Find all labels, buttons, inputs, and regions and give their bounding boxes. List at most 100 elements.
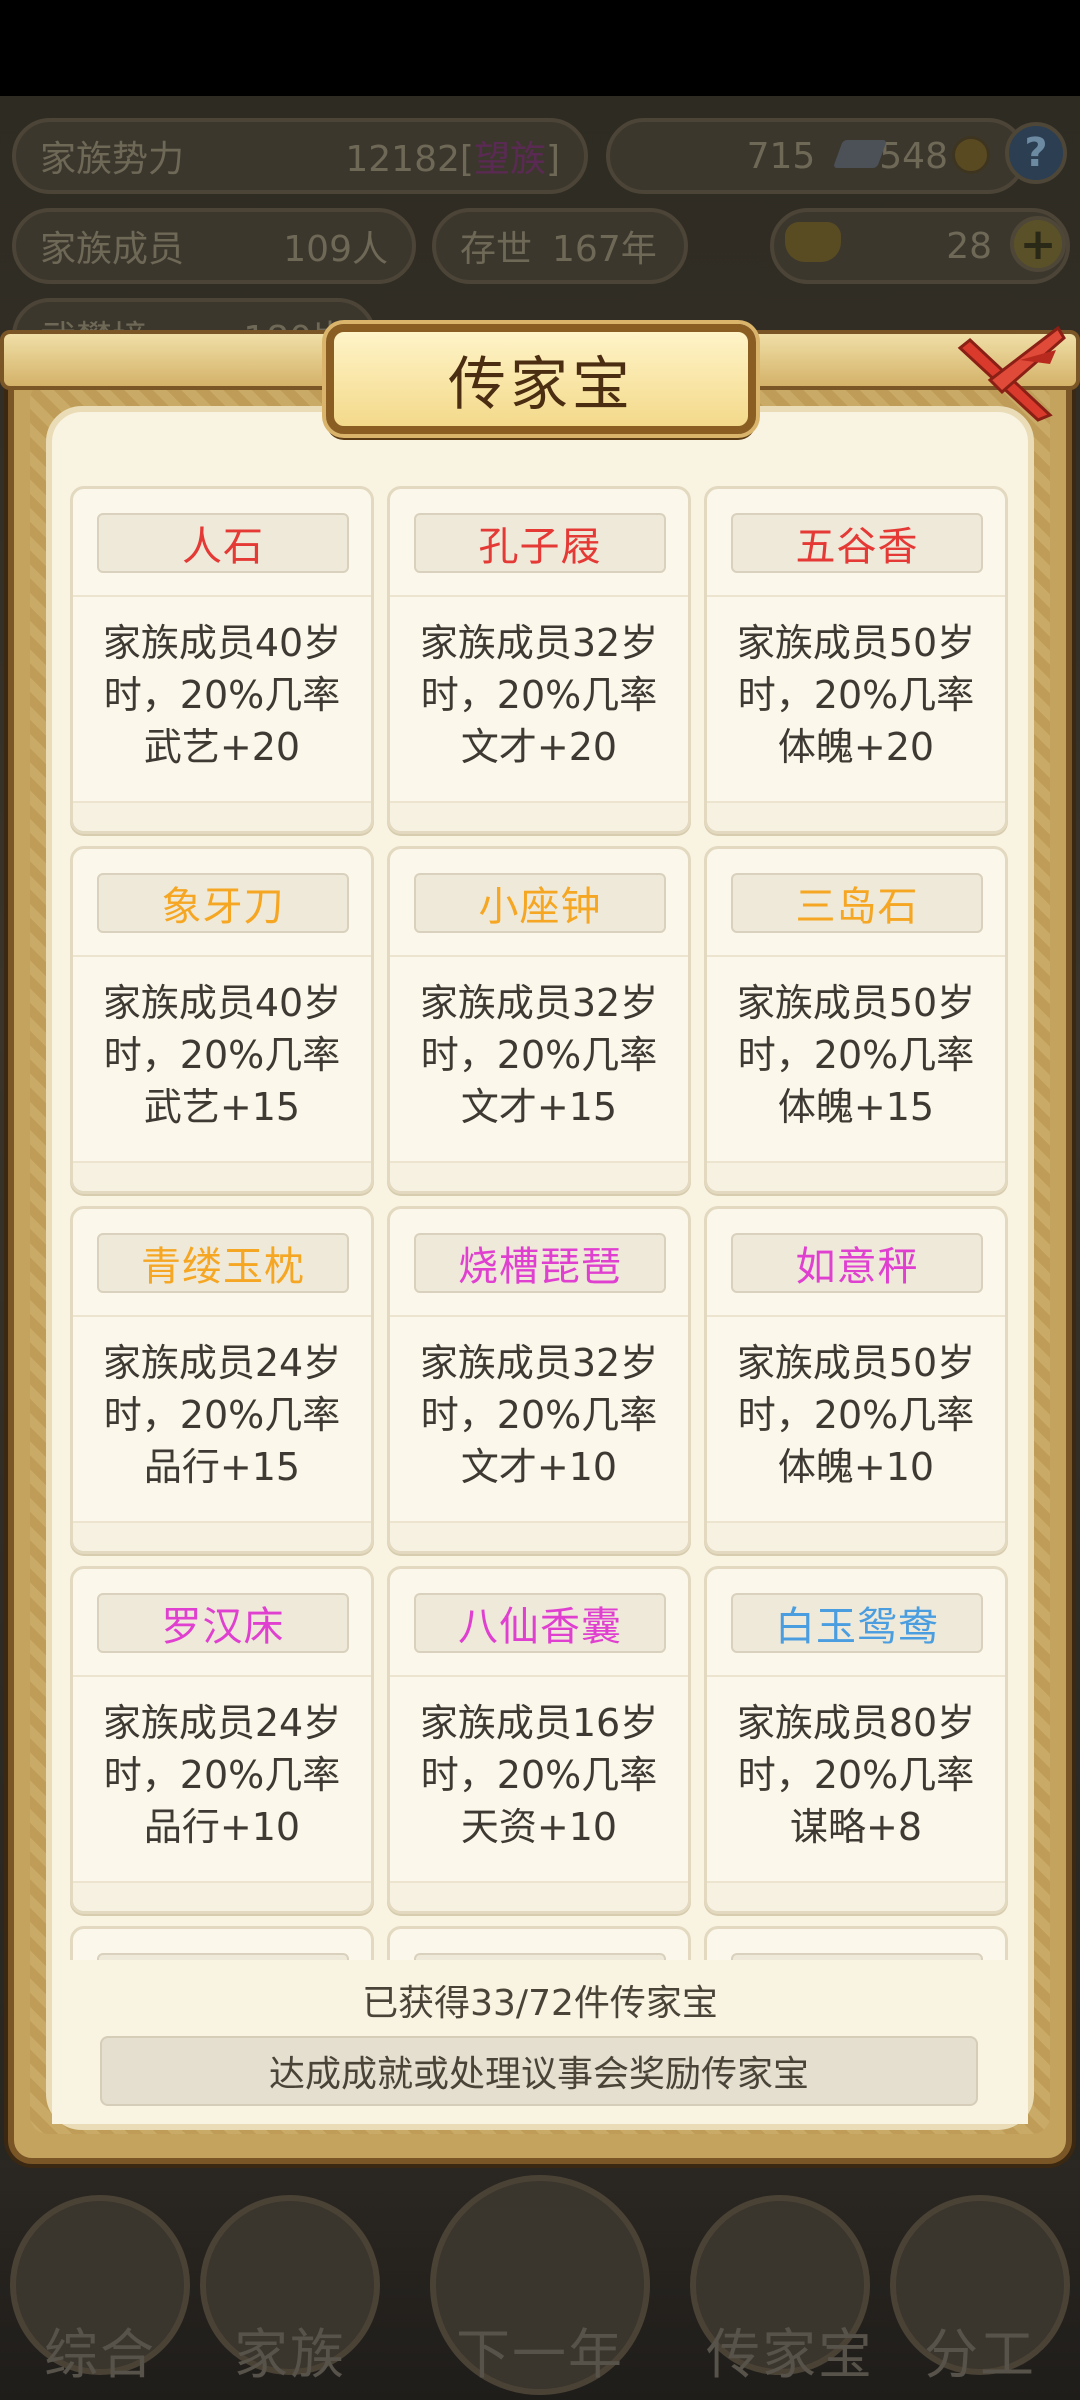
heirloom-card[interactable]: 人石 家族成员40岁 时，20%几率 武艺+20	[70, 486, 374, 834]
help-button[interactable]: ?	[1005, 122, 1067, 184]
status-bar	[0, 0, 1080, 96]
heirloom-effect-line: 家族成员24岁	[102, 1701, 342, 1745]
card-footer	[73, 1881, 371, 1911]
heirloom-effect-line: 时，20%几率	[737, 1753, 975, 1797]
card-divider	[73, 1315, 371, 1317]
heirloom-card[interactable]: 三岛石 家族成员50岁 时，20%几率 体魄+15	[704, 846, 1008, 1194]
heirloom-effect-line: 品行+10	[143, 1805, 301, 1849]
heirloom-effect: 家族成员24岁 时，20%几率 品行+15	[81, 1337, 363, 1497]
add-gold-button[interactable]: +	[1010, 216, 1066, 272]
heirloom-card[interactable]: 八仙香囊家族成员16岁 时，20%几率 天资+10	[387, 1566, 691, 1914]
gold-ingot-icon	[785, 222, 841, 262]
card-divider	[390, 955, 688, 957]
heirloom-effect-line: 时，20%几率	[737, 1393, 975, 1437]
heirloom-name: 八仙香囊	[414, 1593, 666, 1653]
clan-power-pill: 家族势力 12182[望族]	[12, 118, 588, 194]
heirloom-effect-line: 武艺+15	[143, 1085, 301, 1129]
heirloom-card[interactable]: 烧槽琵琶家族成员32岁 时，20%几率 文才+10	[387, 1206, 691, 1554]
heirloom-card[interactable]: 小座钟 家族成员32岁 时，20%几率 文才+15	[387, 846, 691, 1194]
heirloom-effect: 家族成员40岁 时，20%几率 武艺+20	[81, 617, 363, 777]
heirloom-name	[414, 1953, 666, 1960]
heirloom-card[interactable]	[387, 1926, 691, 1960]
heirloom-card[interactable]: 五谷香 家族成员50岁 时，20%几率 体魄+20	[704, 486, 1008, 834]
heirloom-effect-line: 时，20%几率	[737, 673, 975, 717]
card-divider	[390, 1675, 688, 1677]
copper-value: 548	[879, 135, 948, 177]
heirloom-effect-line: 时，20%几率	[103, 1033, 341, 1077]
nav-label-general: 综合	[44, 2323, 156, 2386]
card-footer	[390, 801, 688, 831]
heirloom-name: 烧槽琵琶	[414, 1233, 666, 1293]
heirloom-effect: 家族成员24岁 时，20%几率 品行+10	[81, 1697, 363, 1857]
clan-power-label: 家族势力	[40, 139, 185, 180]
heirloom-name: 罗汉床	[97, 1593, 349, 1653]
heirloom-effect-line: 武艺+20	[143, 725, 301, 769]
heirloom-effect: 家族成员32岁 时，20%几率 文才+15	[398, 977, 680, 1137]
heirloom-card[interactable]: 罗汉床家族成员24岁 时，20%几率 品行+10	[70, 1566, 374, 1914]
existence-label: 存世	[460, 229, 533, 270]
card-footer	[390, 1881, 688, 1911]
heirloom-effect-line: 文才+15	[460, 1085, 618, 1129]
heirloom-name: 象牙刀	[97, 873, 349, 933]
collected-count: 已获得33/72件传家宝	[362, 1983, 718, 2024]
heirloom-name: 如意秤	[731, 1233, 983, 1293]
existence-pill: 存世 167年	[432, 208, 688, 284]
heirloom-effect-line: 家族成员32岁	[419, 1341, 659, 1385]
heirloom-effect-line: 家族成员16岁	[419, 1701, 659, 1745]
close-button[interactable]	[950, 320, 1070, 430]
card-divider	[707, 1315, 1005, 1317]
heirloom-name: 青缕玉枕	[97, 1233, 349, 1293]
heirloom-card[interactable]: 青缕玉枕家族成员24岁 时，20%几率 品行+15	[70, 1206, 374, 1554]
heirloom-name: 五谷香	[731, 513, 983, 573]
heirloom-effect: 家族成员80岁 时，20%几率 谋略+8	[715, 1697, 997, 1857]
heirloom-grid: 人石 家族成员40岁 时，20%几率 武艺+20 孔子屐 家族成员32岁 时，20%几率 文才…	[64, 480, 1016, 1960]
card-footer	[707, 801, 1005, 831]
heirloom-effect-line: 时，20%几率	[103, 673, 341, 717]
card-footer	[390, 1161, 688, 1191]
heirloom-card[interactable]: 象牙刀 家族成员40岁 时，20%几率 武艺+15	[70, 846, 374, 1194]
heirloom-card[interactable]	[704, 1926, 1008, 1960]
heirloom-effect-line: 体魄+10	[777, 1445, 935, 1489]
members-label: 家族成员	[40, 229, 185, 270]
coin-icon	[952, 136, 990, 174]
heirloom-card[interactable]	[70, 1926, 374, 1960]
heirloom-effect: 家族成员50岁 时，20%几率 体魄+10	[715, 1337, 997, 1497]
members-pill: 家族成员 109人	[12, 208, 416, 284]
modal-footer: 已获得33/72件传家宝 达成成就或处理议事会奖励传家宝	[52, 1960, 1028, 2124]
card-footer	[707, 1521, 1005, 1551]
heirloom-card[interactable]: 孔子屐家族成员32岁 时，20%几率 文才+20	[387, 486, 691, 834]
heirloom-effect: 家族成员32岁 时，20%几率 文才+10	[398, 1337, 680, 1497]
nav-label-next-year: 下一年	[456, 2323, 624, 2386]
heirloom-name: 白玉鸳鸯	[731, 1593, 983, 1653]
heirloom-effect: 家族成员16岁 时，20%几率 天资+10	[398, 1697, 680, 1857]
card-footer	[707, 1161, 1005, 1191]
clan-power-value: 12182	[345, 139, 460, 180]
card-divider	[707, 1675, 1005, 1677]
modal-title-plaque: 传家宝	[326, 324, 756, 434]
nav-label-division: 分工	[924, 2323, 1036, 2386]
heirloom-card[interactable]: 如意秤家族成员50岁 时，20%几率 体魄+10	[704, 1206, 1008, 1554]
heirloom-effect-line: 时，20%几率	[420, 1033, 658, 1077]
heirloom-name: 孔子屐	[414, 513, 666, 573]
members-value: 109人	[283, 229, 388, 270]
heirloom-card[interactable]: 白玉鸳鸯家族成员80岁 时，20%几率 谋略+8	[704, 1566, 1008, 1914]
heirloom-effect: 家族成员32岁 时，20%几率 文才+20	[398, 617, 680, 777]
heirloom-effect-line: 时，20%几率	[420, 1753, 658, 1797]
heirloom-effect-line: 时，20%几率	[103, 1393, 341, 1437]
heirloom-effect-line: 家族成员40岁	[102, 621, 342, 665]
card-divider	[73, 1675, 371, 1677]
heirloom-effect-line: 家族成员50岁	[736, 1341, 976, 1385]
card-footer	[390, 1521, 688, 1551]
heirloom-effect-line: 体魄+20	[777, 725, 935, 769]
heirloom-effect-line: 家族成员32岁	[419, 621, 659, 665]
card-divider	[390, 1315, 688, 1317]
card-footer	[73, 1161, 371, 1191]
heirloom-effect-line: 家族成员50岁	[736, 981, 976, 1025]
heirloom-effect-line: 时，20%几率	[420, 1393, 658, 1437]
existence-value: 167年	[552, 229, 657, 270]
card-divider	[73, 595, 371, 597]
heirloom-effect-line: 家族成员32岁	[419, 981, 659, 1025]
nav-label-heirloom: 传家宝	[706, 2323, 874, 2386]
silver-value: 715	[746, 135, 816, 177]
reward-hint: 达成成就或处理议事会奖励传家宝	[100, 2036, 978, 2106]
